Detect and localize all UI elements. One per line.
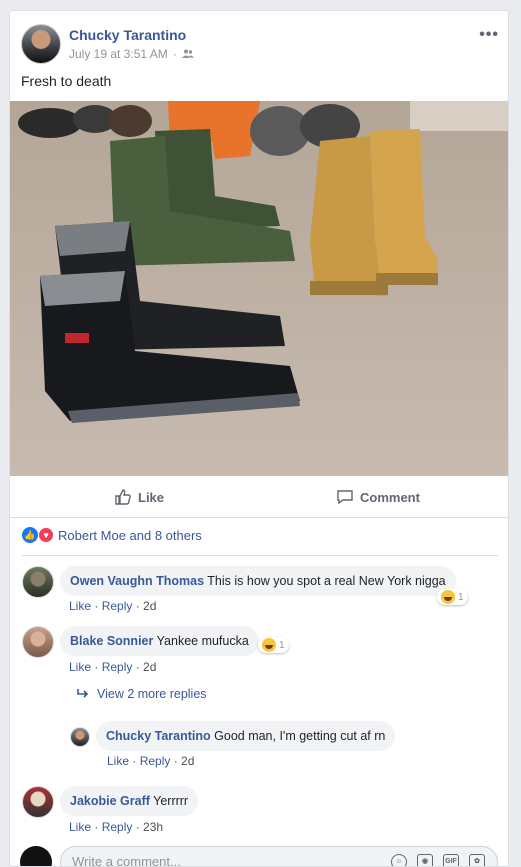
commenter-name[interactable]: Jakobie Graff [70,794,150,808]
comment-actions: Like · Reply · 2d [69,599,157,613]
post-card: Chucky Tarantino July 19 at 3:51 AM · ••… [9,10,509,867]
reply-arrow-icon [77,689,89,698]
comment-reaction-chip[interactable]: 1 [258,637,289,653]
love-reaction-icon: ♥ [38,527,54,543]
comment-text: This is how you spot a real New York nig… [207,574,446,588]
author-avatar[interactable] [21,24,61,64]
comment-like-link[interactable]: Like [69,820,91,834]
reply-actions: Like · Reply · 2d [107,754,195,768]
view-more-label: View 2 more replies [97,687,207,701]
replier-avatar[interactable] [70,727,90,747]
comment-input[interactable]: Write a comment... ☺ ◉ GIF ✿ [60,846,498,867]
reply-bubble: Chucky Tarantino Good man, I'm getting c… [96,721,396,751]
boots-photo [10,101,508,476]
haha-reaction-icon [262,638,276,652]
post-actions: Like Comment [10,478,508,518]
friends-icon [181,49,194,58]
more-options-icon[interactable]: ••• [479,26,499,44]
comment-text: Yerrrrr [153,794,189,808]
post-text: Fresh to death [21,73,112,89]
comment-age[interactable]: 2d [143,660,156,674]
view-more-replies[interactable]: View 2 more replies [77,687,207,701]
comment-bubble: Jakobie Graff Yerrrrr [60,786,199,816]
commenter-name[interactable]: Owen Vaughn Thomas [70,574,204,588]
sticker-icon[interactable]: ✿ [469,854,485,866]
reply-text: Good man, I'm getting cut af rn [214,729,386,743]
like-label: Like [138,489,165,505]
comment-composer: Write a comment... ☺ ◉ GIF ✿ [20,846,500,867]
comment-reaction-chip[interactable]: 1 [437,589,468,605]
reactions-text: Robert Moe and 8 others [58,527,202,543]
reply-reply-link[interactable]: Reply [140,754,171,768]
comment-like-link[interactable]: Like [69,660,91,674]
commenter-avatar[interactable] [22,566,54,598]
author-name[interactable]: Chucky Tarantino [69,27,186,43]
comment-actions: Like · Reply · 2d [69,660,157,674]
comment-item: Blake Sonnier Yankee mufucka 1 Like · Re… [22,626,502,676]
reply-like-link[interactable]: Like [107,754,129,768]
comment-like-link[interactable]: Like [69,599,91,613]
comment-text: Yankee mufucka [156,634,249,648]
haha-reaction-icon [441,590,455,604]
reactions-summary[interactable]: 👍 ♥ Robert Moe and 8 others [22,527,202,543]
thumbs-up-icon [115,489,131,505]
comment-reply-link[interactable]: Reply [102,599,133,613]
composer-icons: ☺ ◉ GIF ✿ [391,854,485,866]
post-header: Chucky Tarantino July 19 at 3:51 AM · ••… [21,24,499,68]
comment-icon [337,490,353,505]
gif-icon[interactable]: GIF [443,854,459,866]
like-reaction-icon: 👍 [22,527,38,543]
post-meta: July 19 at 3:51 AM · [69,47,194,61]
replier-name[interactable]: Chucky Tarantino [106,729,211,743]
comment-age[interactable]: 23h [143,820,163,834]
commenter-avatar[interactable] [22,626,54,658]
comment-placeholder: Write a comment... [72,854,181,867]
post-photo[interactable] [10,101,508,476]
comment-item: Owen Vaughn Thomas This is how you spot … [22,566,502,616]
comment-button[interactable]: Comment [336,488,420,506]
comment-bubble: Blake Sonnier Yankee mufucka [60,626,259,656]
post-timestamp[interactable]: July 19 at 3:51 AM [69,47,168,61]
emoji-icon[interactable]: ☺ [391,854,407,866]
reply-age[interactable]: 2d [181,754,194,768]
comment-actions: Like · Reply · 23h [69,820,164,834]
comment-reply-link[interactable]: Reply [102,660,133,674]
comment-label: Comment [360,489,420,505]
comment-bubble: Owen Vaughn Thomas This is how you spot … [60,566,456,596]
comment-reply-link[interactable]: Reply [102,820,133,834]
comment-item: Jakobie Graff Yerrrrr Like · Reply · 23h [22,786,502,836]
commenter-name[interactable]: Blake Sonnier [70,634,153,648]
reply-item: Chucky Tarantino Good man, I'm getting c… [70,721,500,771]
commenter-avatar[interactable] [22,786,54,818]
comment-age[interactable]: 2d [143,599,156,613]
divider [22,555,498,556]
like-button[interactable]: Like [114,488,164,506]
camera-icon[interactable]: ◉ [417,854,433,866]
viewer-avatar [20,846,52,866]
